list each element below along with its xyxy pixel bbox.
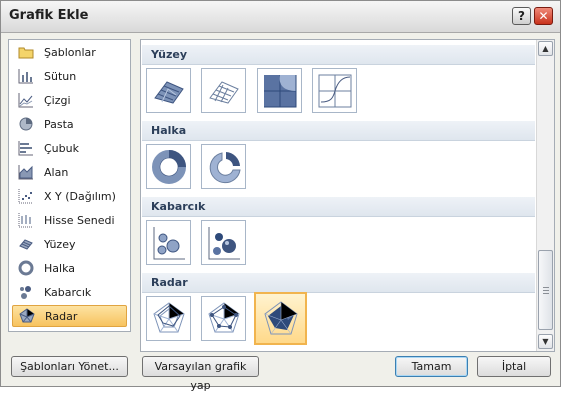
section-header-kabarcik: Kabarcık: [142, 197, 535, 217]
section-header-radar: Radar: [142, 273, 535, 293]
dialog-title: Grafik Ekle: [9, 8, 89, 23]
category-item-sablonlar[interactable]: Şablonlar: [12, 41, 127, 63]
category-label: Sütun: [44, 69, 77, 83]
radar-markers-icon[interactable]: [201, 296, 246, 341]
column-chart-icon: [18, 68, 34, 84]
category-item-halka[interactable]: Halka: [12, 257, 127, 279]
section-header-halka: Halka: [142, 121, 535, 141]
category-label: Çubuk: [44, 141, 79, 155]
cancel-button[interactable]: İptal: [477, 356, 551, 377]
category-item-radar[interactable]: Radar: [12, 305, 127, 327]
filled-radar-icon[interactable]: [254, 292, 307, 345]
scroll-up-button[interactable]: ▲: [538, 41, 553, 56]
exploded-doughnut-icon[interactable]: [201, 144, 246, 189]
category-item-cizgi[interactable]: Çizgi: [12, 89, 127, 111]
category-label: Halka: [44, 261, 75, 275]
manage-templates-button[interactable]: Şablonları Yönet...: [11, 356, 128, 377]
wireframe-contour-icon[interactable]: [312, 68, 357, 113]
help-button[interactable]: ?: [512, 7, 531, 25]
chart-gallery: Yüzey Halka Kabarcık Radar ▲ ▼: [140, 39, 555, 352]
3d-bubble-icon[interactable]: [201, 220, 246, 265]
category-item-hisse-senedi[interactable]: Hisse Senedi: [12, 209, 127, 231]
scatter-chart-icon: [18, 188, 34, 204]
title-bar: Grafik Ekle ? ✕: [1, 1, 560, 33]
category-label: Radar: [45, 309, 78, 323]
set-default-chart-button[interactable]: Varsayılan grafik yap: [142, 356, 259, 392]
radar-icon[interactable]: [146, 296, 191, 341]
category-item-kabarcik[interactable]: Kabarcık: [12, 281, 127, 303]
ok-button[interactable]: Tamam: [395, 356, 468, 377]
stock-chart-icon: [18, 212, 34, 228]
radar-chart-icon: [19, 308, 35, 324]
category-label: X Y (Dağılım): [44, 189, 116, 203]
scroll-grip-line: [543, 287, 549, 288]
folder-icon: [18, 44, 34, 60]
section-header-yuzey: Yüzey: [142, 45, 535, 65]
category-label: Yüzey: [44, 237, 76, 251]
category-label: Pasta: [44, 117, 74, 131]
area-chart-icon: [18, 164, 34, 180]
category-item-pasta[interactable]: Pasta: [12, 113, 127, 135]
doughnut-icon[interactable]: [146, 144, 191, 189]
contour-icon[interactable]: [257, 68, 302, 113]
category-label: Şablonlar: [44, 45, 96, 59]
bubble-icon[interactable]: [146, 220, 191, 265]
category-item-cubuk[interactable]: Çubuk: [12, 137, 127, 159]
gallery-scrollbar[interactable]: ▲ ▼: [536, 40, 554, 351]
line-chart-icon: [18, 92, 34, 108]
category-label: Çizgi: [44, 93, 71, 107]
doughnut-chart-icon: [18, 260, 34, 276]
category-item-xy-dagilim[interactable]: X Y (Dağılım): [12, 185, 127, 207]
surface-chart-icon: [18, 236, 34, 252]
close-button[interactable]: ✕: [534, 7, 553, 25]
insert-chart-dialog: Grafik Ekle ? ✕ Şablonlar Sütun Çizgi Pa…: [0, 0, 561, 392]
category-label: Kabarcık: [44, 285, 92, 299]
category-label: Alan: [44, 165, 69, 179]
category-label: Hisse Senedi: [44, 213, 115, 227]
bubble-chart-icon: [18, 284, 34, 300]
category-item-yuzey[interactable]: Yüzey: [12, 233, 127, 255]
category-item-alan[interactable]: Alan: [12, 161, 127, 183]
bar-chart-icon: [18, 140, 34, 156]
category-item-sutun[interactable]: Sütun: [12, 65, 127, 87]
wireframe-3d-surface-icon[interactable]: [201, 68, 246, 113]
scroll-down-button[interactable]: ▼: [538, 334, 553, 349]
3d-surface-icon[interactable]: [146, 68, 191, 113]
pie-chart-icon: [18, 116, 34, 132]
scroll-thumb[interactable]: [538, 250, 553, 330]
chart-category-list: Şablonlar Sütun Çizgi Pasta Çubuk Alan X…: [8, 39, 131, 332]
scroll-grip-line: [543, 293, 549, 294]
scroll-grip-line: [543, 290, 549, 291]
